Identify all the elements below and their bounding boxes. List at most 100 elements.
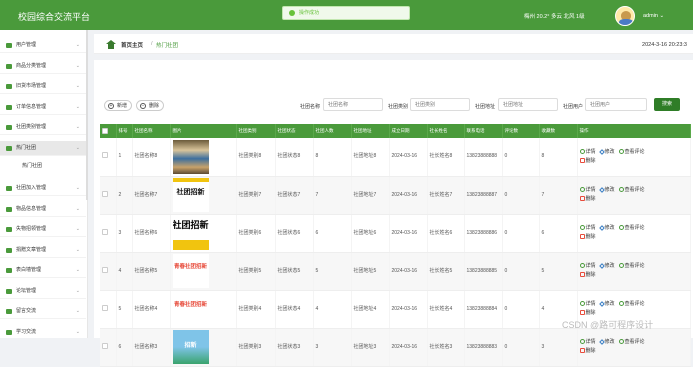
- sidebar-item-1[interactable]: 商品分类管理 ⌄: [0, 59, 86, 74]
- view-comments-action[interactable]: 查看评论: [618, 263, 645, 270]
- sidebar-item-label: 论坛管理: [16, 287, 37, 294]
- delete-action[interactable]: 删除: [579, 310, 596, 317]
- view-comments-action[interactable]: 查看评论: [618, 148, 645, 156]
- detail-action[interactable]: 详情: [579, 187, 596, 194]
- row-checkbox[interactable]: [102, 266, 108, 273]
- box-icon: [6, 206, 12, 212]
- edit-action[interactable]: 修改: [598, 187, 615, 194]
- app-title: 校园综合交流平台: [18, 12, 91, 22]
- row-checkbox[interactable]: [102, 304, 108, 311]
- club-address: 社团地址4: [351, 290, 390, 329]
- filter-name-input[interactable]: [323, 98, 383, 111]
- sidebar-item-2[interactable]: 旧货市场管理 ⌄: [0, 79, 86, 94]
- club-thumbnail[interactable]: 青春社团招新: [172, 292, 209, 326]
- table-row: 3 社团名称6 社团招新 社团类别6 社团状态6 6 社团地址6 2024-03-16 社长姓名…: [100, 214, 691, 253]
- row-select-cell[interactable]: [100, 138, 117, 177]
- search-icon: [6, 227, 12, 232]
- user-menu[interactable]: admin ⌄: [615, 6, 687, 26]
- sidebar-item-3[interactable]: 订单信息管理 ⌄: [0, 100, 86, 115]
- founded-date: 2024-03-16: [389, 328, 428, 367]
- view-comments-action[interactable]: 查看评论: [618, 225, 645, 232]
- sidebar-item-12[interactable]: 留言交流 ⌄: [0, 304, 86, 319]
- row-select-cell[interactable]: [100, 328, 117, 367]
- column-header: 成立日期: [389, 124, 428, 138]
- detail-action[interactable]: 详情: [579, 225, 596, 232]
- phone: 13823888887: [464, 176, 503, 215]
- club-image-cell: 社团招新: [170, 214, 237, 253]
- home-icon[interactable]: [106, 40, 116, 49]
- filter-category-input[interactable]: [410, 98, 470, 111]
- leader-name: 社长姓名7: [427, 176, 465, 215]
- sidebar-item-0[interactable]: 用户管理 ⌄: [0, 38, 86, 53]
- breadcrumb-home[interactable]: 首页主页: [121, 41, 143, 49]
- delete-action[interactable]: 删除: [579, 272, 596, 279]
- filter-address-input[interactable]: [498, 98, 558, 111]
- sidebar-item-label: 热门社团: [16, 144, 37, 151]
- sidebar-item-7[interactable]: 物品信息管理 ⌄: [0, 202, 86, 217]
- select-all-checkbox[interactable]: [102, 127, 108, 134]
- view-comments-action[interactable]: 查看评论: [618, 339, 645, 346]
- comment-icon: [618, 148, 624, 154]
- filter-user-input[interactable]: [585, 98, 647, 111]
- column-header: 图片: [170, 124, 237, 138]
- edit-icon: [598, 187, 605, 193]
- sidebar-item-6[interactable]: 社团加入管理 ⌄: [0, 181, 86, 196]
- avatar[interactable]: [615, 6, 635, 26]
- comment-icon: [618, 225, 624, 230]
- sidebar-scrollbar[interactable]: [86, 30, 88, 200]
- column-header[interactable]: [100, 124, 117, 138]
- sidebar-item-10[interactable]: 表白墙管理 ⌄: [0, 263, 86, 278]
- comment-count: 0: [502, 138, 540, 177]
- detail-action[interactable]: 详情: [579, 339, 596, 346]
- view-comments-action[interactable]: 查看评论: [618, 301, 645, 308]
- sidebar-item-11[interactable]: 论坛管理 ⌄: [0, 284, 86, 299]
- detail-action[interactable]: 详情: [579, 148, 596, 156]
- sidebar-item-9[interactable]: 捐赠文章管理 ⌄: [0, 243, 86, 258]
- sidebar-item-8[interactable]: 失物招领管理 ⌄: [0, 222, 86, 237]
- club-thumbnail[interactable]: 社团招新: [172, 216, 209, 250]
- sidebar-subitem-hot-clubs[interactable]: 热门社团: [0, 157, 86, 175]
- edit-action[interactable]: 修改: [598, 339, 615, 346]
- edit-action[interactable]: 修改: [598, 225, 615, 232]
- row-checkbox[interactable]: [102, 228, 108, 235]
- row-checkbox[interactable]: [102, 190, 108, 197]
- delete-button[interactable]: − 删除: [136, 100, 164, 111]
- search-button[interactable]: 搜索: [654, 98, 680, 111]
- sidebar-item-13[interactable]: 学习交流 ⌄: [0, 325, 86, 339]
- club-thumbnail[interactable]: 社团招新: [172, 178, 209, 212]
- row-select-cell[interactable]: [100, 214, 117, 253]
- sidebar-item-4[interactable]: 社团类别管理 ⌄: [0, 120, 86, 135]
- delete-action[interactable]: 删除: [579, 157, 596, 165]
- club-thumbnail[interactable]: [172, 139, 209, 174]
- username-label[interactable]: admin ⌄: [643, 13, 664, 19]
- join-icon: [6, 186, 12, 191]
- delete-action[interactable]: 删除: [579, 348, 596, 355]
- order-icon: [6, 104, 12, 110]
- comment-count: 0: [502, 328, 540, 367]
- delete-action[interactable]: 删除: [579, 196, 596, 203]
- plus-icon: +: [108, 103, 114, 109]
- row-select-cell[interactable]: [100, 176, 117, 215]
- delete-action[interactable]: 删除: [579, 234, 596, 241]
- edit-action[interactable]: 修改: [598, 263, 615, 270]
- row-checkbox[interactable]: [102, 342, 108, 349]
- row-actions: 详情 修改 查看评论删除: [577, 252, 691, 291]
- chevron-down-icon: ⌄: [75, 144, 80, 151]
- row-actions: 详情 修改 查看评论删除: [577, 214, 691, 253]
- row-checkbox[interactable]: [102, 152, 108, 159]
- club-name: 社团名称5: [132, 252, 171, 291]
- club-thumbnail[interactable]: 青春社团招新: [172, 254, 209, 288]
- row-select-cell[interactable]: [100, 290, 117, 329]
- view-comments-action[interactable]: 查看评论: [618, 187, 645, 194]
- eye-icon: [579, 225, 585, 230]
- detail-action[interactable]: 详情: [579, 263, 596, 270]
- club-image-cell: 青春社团招新: [170, 290, 237, 329]
- add-button[interactable]: + 新增: [104, 100, 132, 111]
- detail-action[interactable]: 详情: [579, 301, 596, 308]
- founded-date: 2024-03-16: [389, 176, 428, 215]
- row-select-cell[interactable]: [100, 252, 117, 291]
- club-thumbnail[interactable]: 招新: [172, 330, 209, 364]
- edit-action[interactable]: 修改: [598, 301, 615, 308]
- edit-action[interactable]: 修改: [598, 149, 615, 156]
- sidebar-item-5[interactable]: 热门社团 ⌄: [0, 140, 86, 156]
